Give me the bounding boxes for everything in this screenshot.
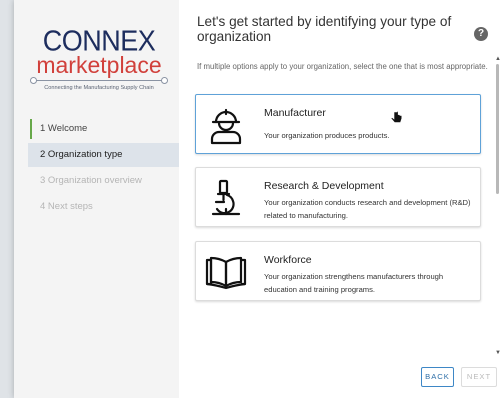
step-organization-overview: 3 Organization overview xyxy=(28,169,179,193)
option-card-workforce[interactable]: Workforce Your organization strengthens … xyxy=(195,241,481,301)
sidebar: CONNEX marketplace Connecting the Manufa… xyxy=(14,0,179,398)
option-description: Your organization produces products. xyxy=(264,131,390,140)
step-label: 2 Organization type xyxy=(40,149,123,160)
option-card-manufacturer[interactable]: Manufacturer Your organization produces … xyxy=(195,94,481,154)
main-content: Let's get started by identifying your ty… xyxy=(179,0,501,398)
option-title: Research & Development xyxy=(264,180,384,192)
option-description: Your organization conducts research and … xyxy=(264,198,471,220)
page-subtitle: If multiple options apply to your organi… xyxy=(197,62,488,71)
option-title: Workforce xyxy=(264,254,312,266)
setup-dialog: CONNEX marketplace Connecting the Manufa… xyxy=(14,0,501,398)
worker-hardhat-icon xyxy=(210,108,242,145)
logo-brand: CONNEX xyxy=(42,25,156,57)
step-welcome[interactable]: 1 Welcome xyxy=(28,117,179,141)
next-button[interactable]: NEXT xyxy=(461,367,497,387)
scroll-thumb[interactable] xyxy=(496,64,499,194)
step-label: 3 Organization overview xyxy=(40,175,142,186)
page-title: Let's get started by identifying your ty… xyxy=(197,14,452,44)
connex-logo: CONNEX marketplace Connecting the Manufa… xyxy=(28,25,170,91)
scroll-up-icon[interactable]: ▲ xyxy=(495,56,501,62)
step-next-steps: 4 Next steps xyxy=(28,195,179,219)
step-label: 1 Welcome xyxy=(40,123,88,134)
logo-product: marketplace xyxy=(36,52,162,78)
open-book-icon xyxy=(205,256,247,290)
scroll-down-icon[interactable]: ▼ xyxy=(495,350,501,356)
help-icon[interactable]: ? xyxy=(474,27,488,41)
step-organization-type[interactable]: 2 Organization type xyxy=(28,143,179,167)
option-description: Your organization strengthens manufactur… xyxy=(264,272,444,294)
option-card-research-development[interactable]: Research & Development Your organization… xyxy=(195,167,481,227)
hand-cursor-icon xyxy=(391,111,403,123)
option-title: Manufacturer xyxy=(264,107,326,119)
wizard-steps: 1 Welcome 2 Organization type 3 Organiza… xyxy=(28,117,179,221)
content-scrollbar[interactable]: ▲ ▼ xyxy=(495,56,501,356)
microscope-icon xyxy=(211,179,241,216)
logo-divider xyxy=(30,77,168,85)
logo-tagline: Connecting the Manufacturing Supply Chai… xyxy=(44,85,154,91)
step-label: 4 Next steps xyxy=(40,201,93,212)
back-button[interactable]: BACK xyxy=(421,367,454,387)
